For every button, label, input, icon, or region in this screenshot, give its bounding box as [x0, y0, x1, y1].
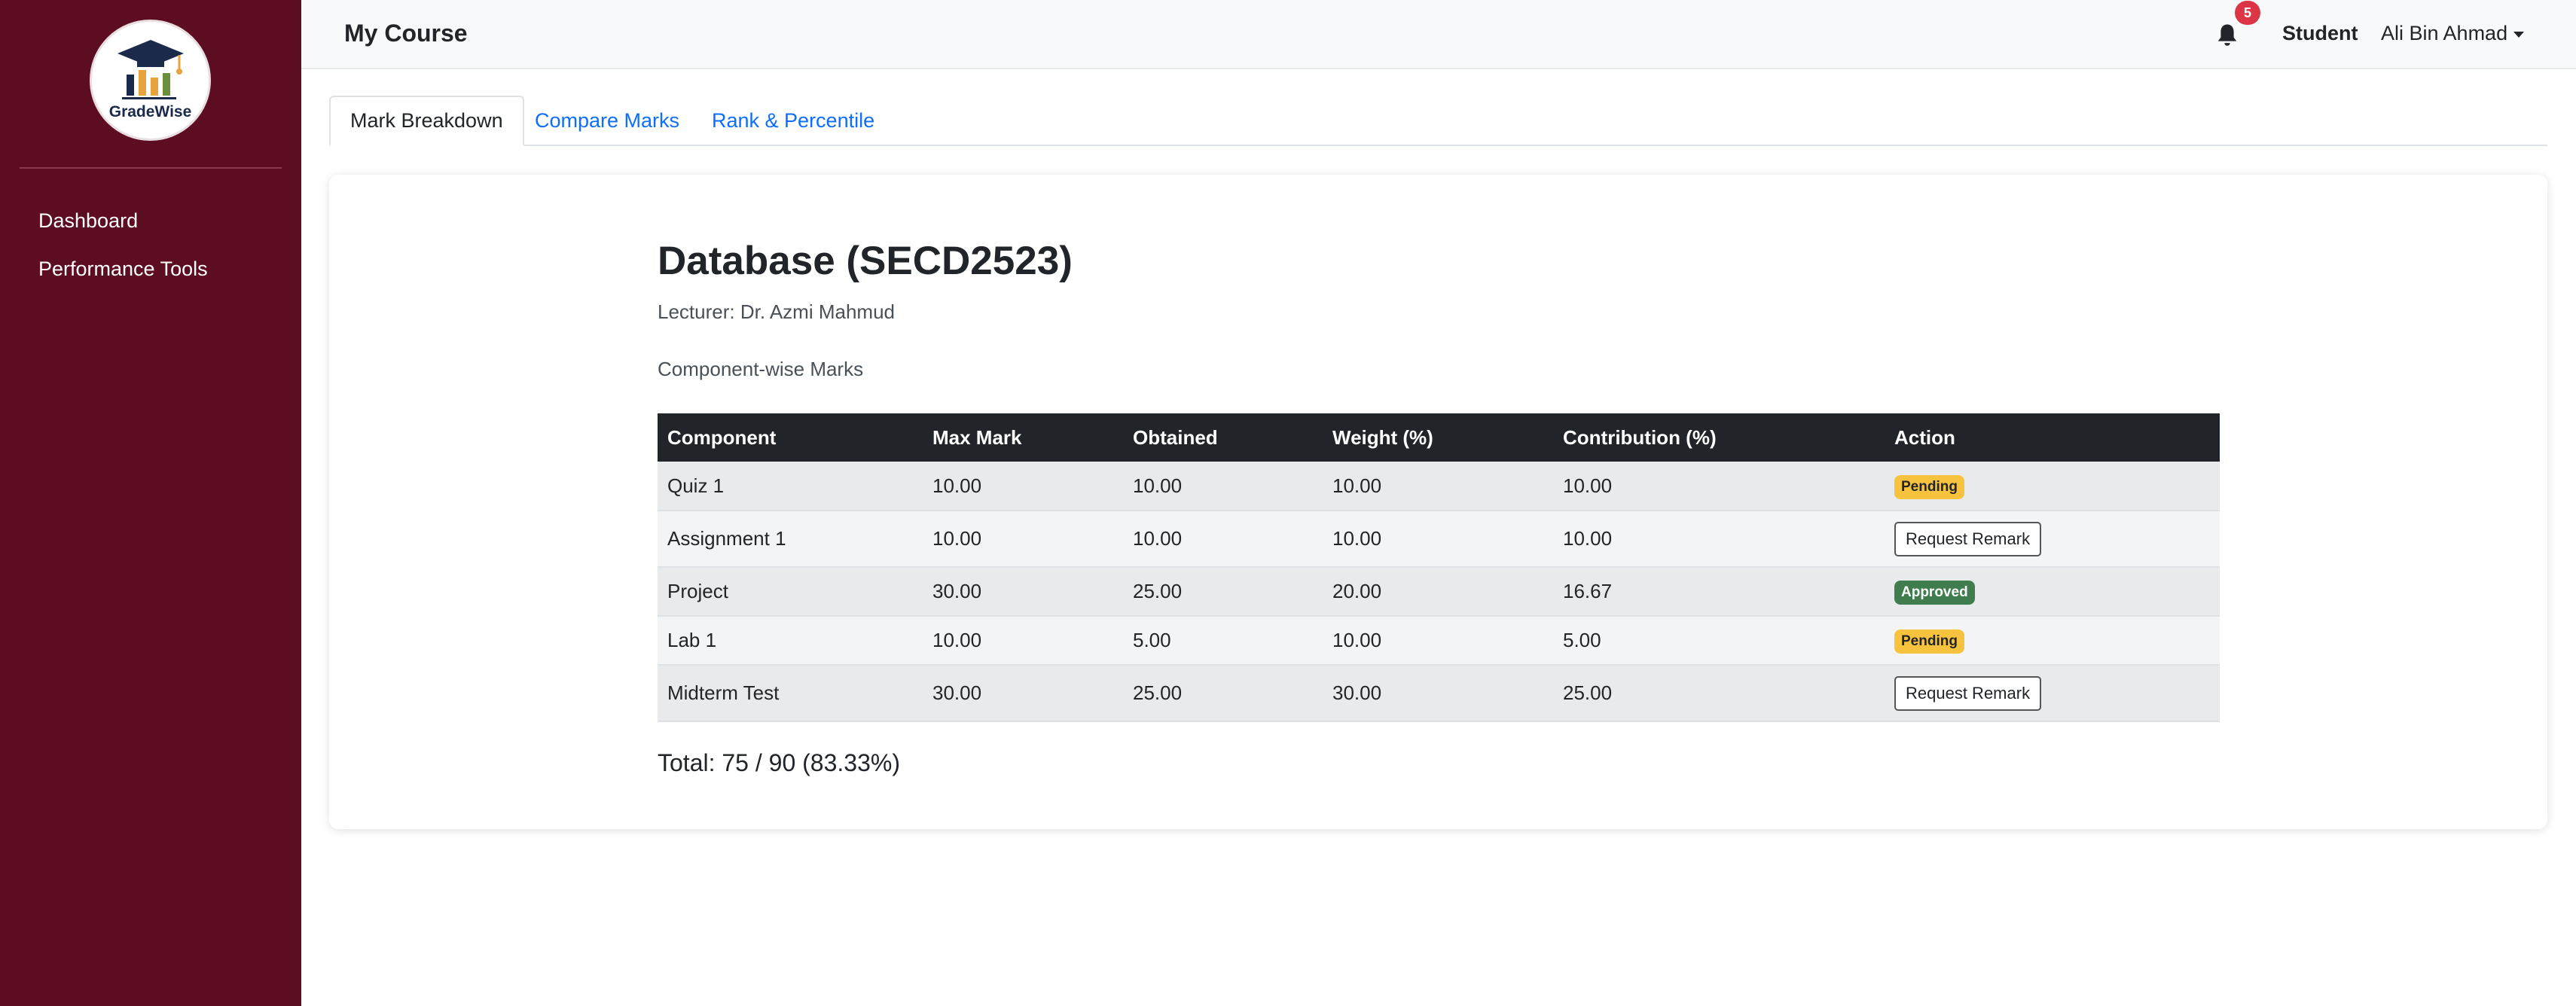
course-title: Database (SECD2523) [658, 239, 1073, 283]
page-title: My Course [344, 20, 468, 47]
cell-action: Approved [1885, 567, 2220, 617]
table-row: Lab 1 10.00 5.00 10.00 5.00 Pending [658, 616, 2220, 666]
caret-down-icon [2513, 31, 2525, 38]
cell-max-mark: 10.00 [923, 511, 1123, 568]
bell-icon[interactable] [2216, 23, 2239, 47]
column-header-weight: Weight (%) [1323, 413, 1553, 462]
cell-weight: 10.00 [1323, 462, 1553, 511]
column-header-max-mark: Max Mark [923, 413, 1123, 462]
marks-table: Component Max Mark Obtained Weight (%) C… [658, 413, 2220, 722]
cell-weight: 20.00 [1323, 567, 1553, 617]
cell-action: Pending [1885, 616, 2220, 666]
top-navbar: My Course 5 Student Ali Bin Ahmad [301, 0, 2576, 69]
section-label: Component-wise Marks [658, 358, 864, 380]
sidebar-item-performance-tools[interactable]: Performance Tools [38, 258, 208, 281]
status-badge-pending: Pending [1894, 630, 1964, 654]
cell-contribution: 10.00 [1553, 511, 1885, 568]
cell-max-mark: 30.00 [923, 665, 1123, 722]
cell-component: Quiz 1 [658, 462, 923, 511]
sidebar-item-dashboard[interactable]: Dashboard [38, 209, 138, 233]
cell-obtained: 10.00 [1123, 511, 1323, 568]
logo-text: GradeWise [108, 103, 192, 120]
cell-component: Assignment 1 [658, 511, 923, 568]
request-remark-button[interactable]: Request Remark [1894, 675, 2042, 711]
sidebar: GradeWise Dashboard Performance Tools [0, 0, 301, 1006]
lecturer-name: Lecturer: Dr. Azmi Mahmud [658, 300, 895, 323]
cell-component: Midterm Test [658, 665, 923, 722]
cell-max-mark: 30.00 [923, 567, 1123, 617]
cell-contribution: 10.00 [1553, 462, 1885, 511]
graduation-cap-chart-icon [118, 40, 184, 99]
cell-weight: 30.00 [1323, 665, 1553, 722]
cell-contribution: 5.00 [1553, 616, 1885, 666]
table-row: Assignment 1 10.00 10.00 10.00 10.00 Req… [658, 511, 2220, 568]
cell-max-mark: 10.00 [923, 462, 1123, 511]
user-name: Ali Bin Ahmad [2381, 22, 2508, 44]
cell-obtained: 25.00 [1123, 665, 1323, 722]
tab-mark-breakdown[interactable]: Mark Breakdown [329, 96, 524, 146]
status-badge-approved: Approved [1894, 581, 1975, 605]
table-row: Project 30.00 25.00 20.00 16.67 Approved [658, 567, 2220, 617]
table-header-row: Component Max Mark Obtained Weight (%) C… [658, 413, 2220, 462]
cell-component: Lab 1 [658, 616, 923, 666]
column-header-obtained: Obtained [1123, 413, 1323, 462]
sidebar-divider [20, 167, 282, 169]
app-logo[interactable]: GradeWise [90, 20, 211, 141]
tab-rank-percentile[interactable]: Rank & Percentile [692, 96, 894, 146]
cell-obtained: 25.00 [1123, 567, 1323, 617]
cell-weight: 10.00 [1323, 616, 1553, 666]
cell-weight: 10.00 [1323, 511, 1553, 568]
user-menu-dropdown[interactable]: Ali Bin Ahmad [2381, 22, 2525, 45]
cell-contribution: 25.00 [1553, 665, 1885, 722]
cell-obtained: 5.00 [1123, 616, 1323, 666]
cell-action: Request Remark [1885, 511, 2220, 568]
cell-max-mark: 10.00 [923, 616, 1123, 666]
table-row: Midterm Test 30.00 25.00 30.00 25.00 Req… [658, 665, 2220, 722]
cell-action: Request Remark [1885, 665, 2220, 722]
table-row: Quiz 1 10.00 10.00 10.00 10.00 Pending [658, 462, 2220, 511]
cell-action: Pending [1885, 462, 2220, 511]
tab-compare-marks[interactable]: Compare Marks [515, 96, 699, 146]
column-header-contribution: Contribution (%) [1553, 413, 1885, 462]
request-remark-button[interactable]: Request Remark [1894, 521, 2042, 556]
notification-badge: 5 [2235, 1, 2260, 25]
status-badge-pending: Pending [1894, 474, 1964, 499]
total-score: Total: 75 / 90 (83.33%) [658, 749, 900, 776]
cell-obtained: 10.00 [1123, 462, 1323, 511]
role-label: Student [2282, 22, 2358, 44]
column-header-component: Component [658, 413, 923, 462]
cell-component: Project [658, 567, 923, 617]
cell-contribution: 16.67 [1553, 567, 1885, 617]
column-header-action: Action [1885, 413, 2220, 462]
